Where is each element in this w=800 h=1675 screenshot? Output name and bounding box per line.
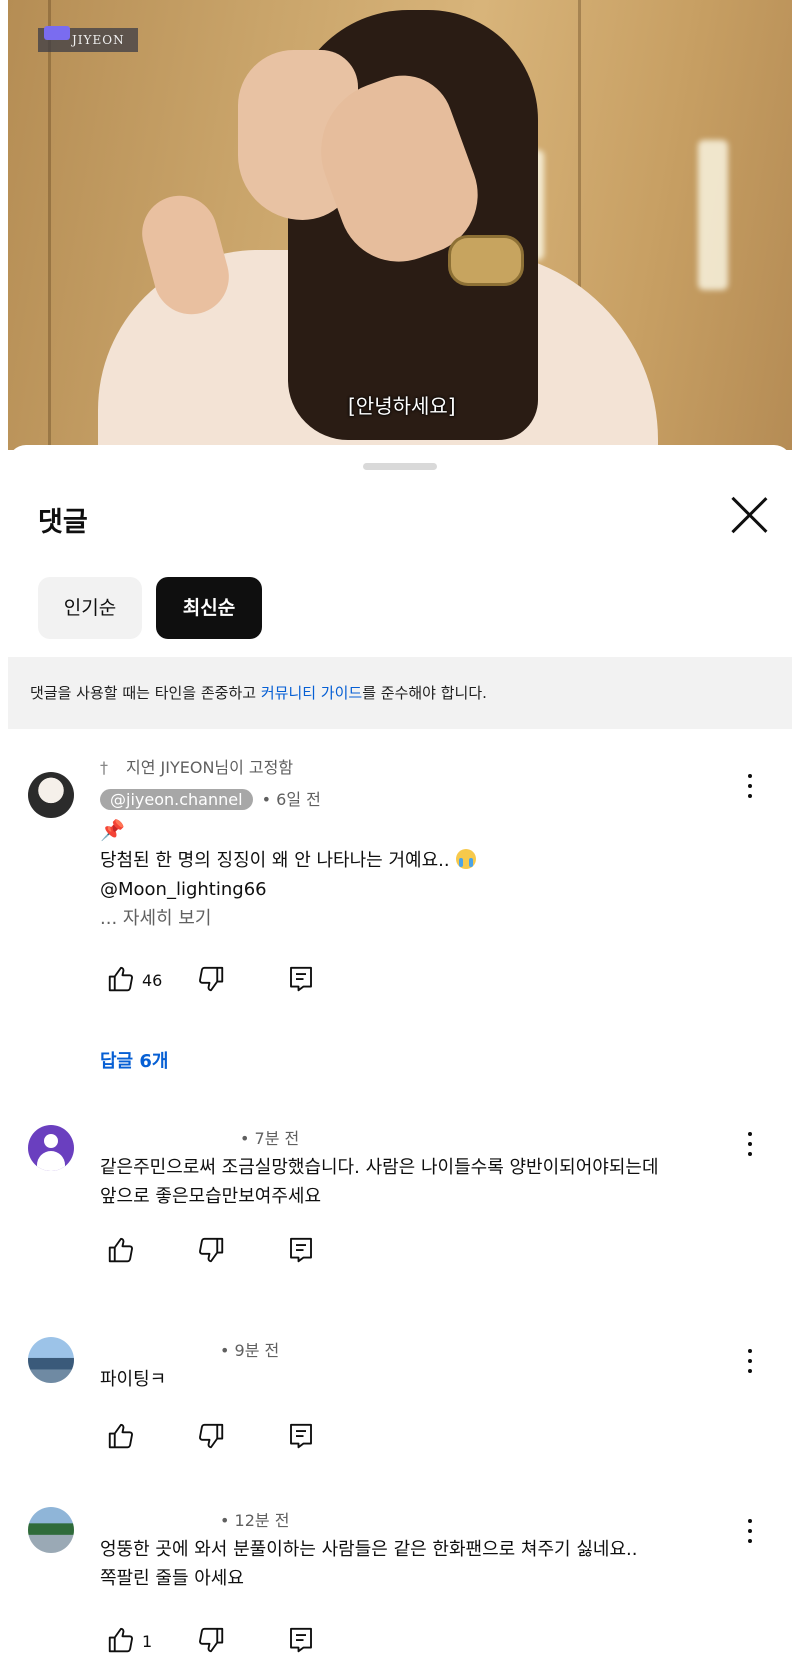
thumbs-down-icon xyxy=(199,966,224,992)
reply-button[interactable] xyxy=(286,1235,316,1271)
thumbs-up-icon xyxy=(108,966,133,992)
comment-text: 같은주민으로써 조금실망했습니다. 사람은 나이들수록 양반이되어야되는데 앞으… xyxy=(100,1153,659,1211)
thumbs-down-icon xyxy=(199,1237,224,1263)
dislike-button[interactable] xyxy=(196,1421,226,1457)
comment-meta: • 7분 전 xyxy=(100,1125,299,1149)
comment-time: • 6일 전 xyxy=(261,790,321,809)
video-subtitle: [안녕하세요] xyxy=(348,394,456,418)
comment-time: • 12분 전 xyxy=(220,1511,290,1530)
notice-text: 를 준수해야 합니다. xyxy=(362,684,487,702)
more-vert-icon[interactable] xyxy=(743,1130,757,1158)
comment-text: 엉뚱한 곳에 와서 분풀이하는 사람들은 같은 한화팬으로 쳐주기 싫네요.. … xyxy=(100,1535,637,1593)
like-count: 46 xyxy=(142,971,163,990)
like-button[interactable] xyxy=(106,1235,136,1271)
read-more-link[interactable]: ... 자세히 보기 xyxy=(100,904,476,933)
dislike-button[interactable] xyxy=(196,1235,226,1271)
reply-icon xyxy=(290,966,312,992)
comments-sheet: 댓글 인기순 최신순 댓글을 사용할 때는 타인을 존중하고 커뮤니티 가이드를… xyxy=(8,445,792,1675)
pin-icon: † xyxy=(100,758,108,777)
replies-toggle[interactable]: 답글 6개 xyxy=(100,1047,168,1073)
more-vert-icon[interactable] xyxy=(743,772,757,800)
reply-button[interactable] xyxy=(286,1625,316,1661)
comment-text: 📌 당첨된 한 명의 징징이 왜 안 나타나는 거예요.. @Moon_ligh… xyxy=(100,816,476,933)
community-guidelines-link[interactable]: 커뮤니티 가이드 xyxy=(261,684,362,702)
channel-watermark-text: JIYEON xyxy=(72,33,125,47)
thumbs-down-icon xyxy=(199,1423,224,1449)
comment-line: 앞으로 좋은모습만보여주세요 xyxy=(100,1186,322,1207)
pushpin-emoji: 📌 xyxy=(100,818,125,842)
comment-line: 같은주민으로써 조금실망했습니다. 사람은 나이들수록 양반이되어야되는데 xyxy=(100,1157,659,1178)
dislike-button[interactable] xyxy=(196,964,226,1000)
drag-handle[interactable] xyxy=(363,463,437,470)
comments-title: 댓글 xyxy=(38,507,88,538)
reply-icon xyxy=(290,1423,312,1449)
avatar[interactable] xyxy=(28,772,74,818)
comment-line: 파이팅ㅋ xyxy=(100,1369,167,1390)
notice-text: 댓글을 사용할 때는 타인을 존중하고 xyxy=(30,684,261,702)
comment-meta: @jiyeon.channel • 6일 전 xyxy=(100,786,321,810)
channel-watermark-mark xyxy=(44,26,70,40)
thumbs-up-icon xyxy=(108,1237,133,1263)
channel-watermark: JIYEON xyxy=(38,26,138,52)
wall-panel-seam xyxy=(48,0,51,450)
comment-line: 당첨된 한 명의 징징이 왜 안 나타나는 거예요.. xyxy=(100,846,476,875)
reply-icon xyxy=(290,1237,312,1263)
like-button[interactable] xyxy=(106,1421,136,1457)
author-handle[interactable]: @jiyeon.channel xyxy=(100,789,253,810)
reply-icon xyxy=(290,1627,312,1653)
sort-chip-newest[interactable]: 최신순 xyxy=(156,577,262,639)
more-vert-icon[interactable] xyxy=(743,1347,757,1375)
more-vert-icon[interactable] xyxy=(743,1517,757,1545)
dislike-button[interactable] xyxy=(196,1625,226,1661)
community-notice: 댓글을 사용할 때는 타인을 존중하고 커뮤니티 가이드를 준수해야 합니다. xyxy=(8,657,792,729)
video-figure-watch xyxy=(448,235,524,286)
reply-button[interactable] xyxy=(286,1421,316,1457)
close-icon[interactable] xyxy=(728,493,772,537)
pinned-by-text: 지연 JIYEON님이 고정함 xyxy=(126,758,294,777)
light-reflection xyxy=(698,140,728,290)
comment-line: 엉뚱한 곳에 와서 분풀이하는 사람들은 같은 한화팬으로 쳐주기 싫네요.. xyxy=(100,1539,638,1560)
like-button[interactable]: 46 xyxy=(106,964,162,1000)
video-player[interactable]: JIYEON [안녕하세요] xyxy=(8,0,792,450)
pinned-label: † 지연 JIYEON님이 고정함 xyxy=(100,754,293,778)
avatar[interactable] xyxy=(28,1337,74,1383)
thumbs-down-icon xyxy=(199,1627,224,1653)
comment-time: • 7분 전 xyxy=(240,1129,300,1148)
comment-text: 파이팅ㅋ xyxy=(100,1365,166,1394)
avatar[interactable] xyxy=(28,1507,74,1553)
crying-emoji-icon xyxy=(455,849,476,869)
comment-line: 쪽팔린 줄들 아세요 xyxy=(100,1568,244,1589)
sort-chip-popular[interactable]: 인기순 xyxy=(38,577,142,639)
reply-button[interactable] xyxy=(286,964,316,1000)
comment-meta: • 9분 전 xyxy=(100,1337,279,1361)
avatar[interactable] xyxy=(28,1125,74,1171)
comment-meta: • 12분 전 xyxy=(100,1507,289,1531)
like-button[interactable]: 1 xyxy=(106,1625,152,1661)
like-count: 1 xyxy=(142,1632,153,1651)
thumbs-up-icon xyxy=(108,1627,133,1653)
thumbs-up-icon xyxy=(108,1423,133,1449)
mention-line[interactable]: @Moon_lighting66 xyxy=(100,875,476,904)
comment-time: • 9분 전 xyxy=(220,1341,280,1360)
